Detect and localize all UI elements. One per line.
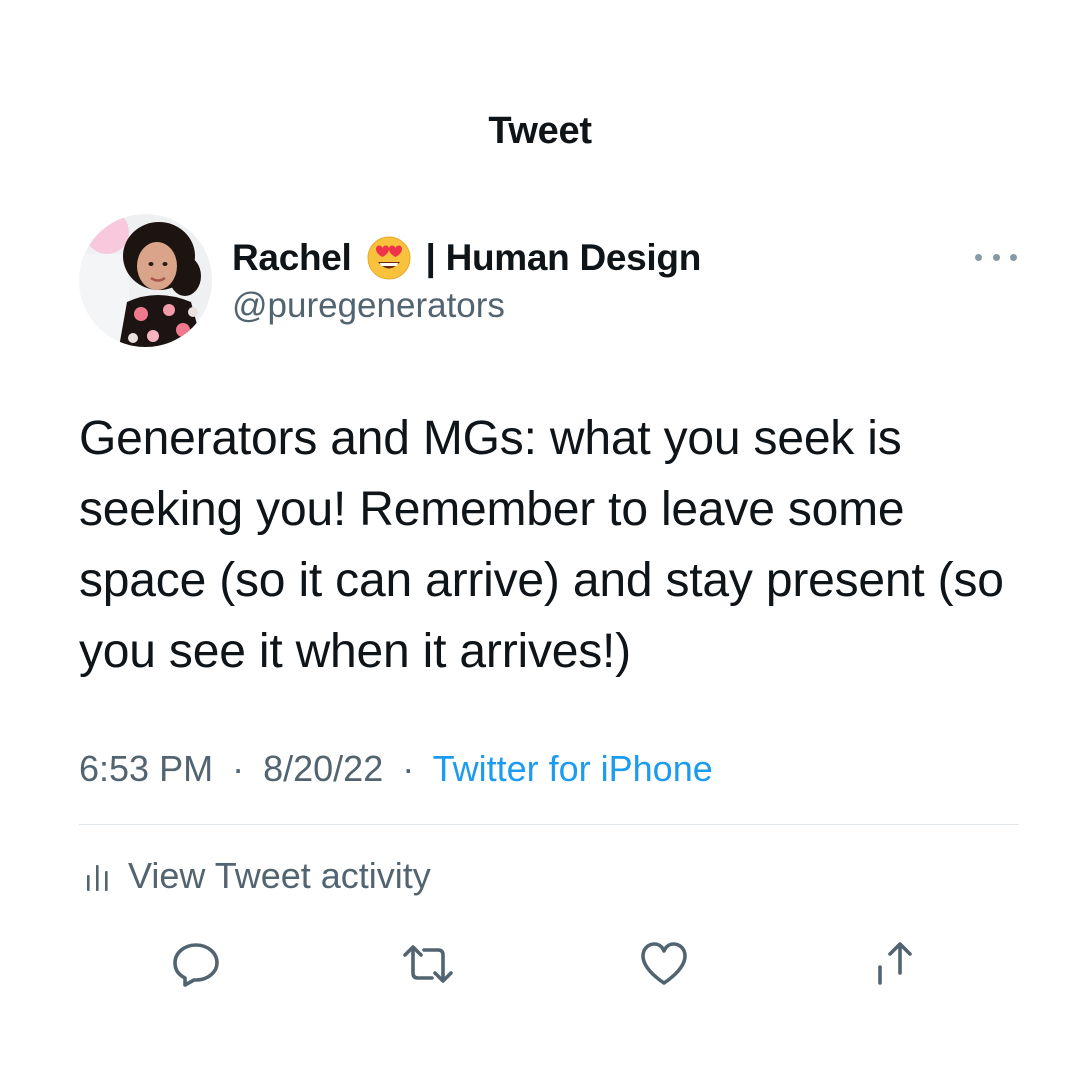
avatar-image [79,214,212,347]
like-icon[interactable] [637,937,691,991]
avatar[interactable] [79,214,212,347]
tweet-date: 8/20/22 [263,748,384,789]
more-options-icon[interactable] [975,245,1017,269]
divider [79,824,1019,825]
tweet-source-link[interactable]: Twitter for iPhone [433,748,713,789]
share-icon[interactable] [871,937,925,991]
tweet-text: Generators and MGs: what you seek is see… [79,412,1004,678]
heart-eyes-emoji-icon [366,235,412,281]
tweet-meta: 6:53 PM · 8/20/22 · Twitter for iPhone [79,748,713,790]
page-title: Tweet [488,110,592,152]
author-name-suffix: | Human Design [425,237,702,278]
analytics-bars-icon [86,861,110,891]
meta-separator: · [402,748,415,789]
retweet-icon[interactable] [401,937,455,991]
author-handle[interactable]: @puregenerators [232,286,505,326]
reply-icon[interactable] [169,937,223,991]
view-tweet-activity-button[interactable]: View Tweet activity [86,853,431,898]
view-tweet-activity-label: View Tweet activity [128,854,431,896]
author-name[interactable]: Rachel | Human Design [232,234,701,282]
meta-separator: · [232,748,245,789]
author-first-name: Rachel [232,237,352,278]
tweet-time: 6:53 PM [79,748,214,789]
